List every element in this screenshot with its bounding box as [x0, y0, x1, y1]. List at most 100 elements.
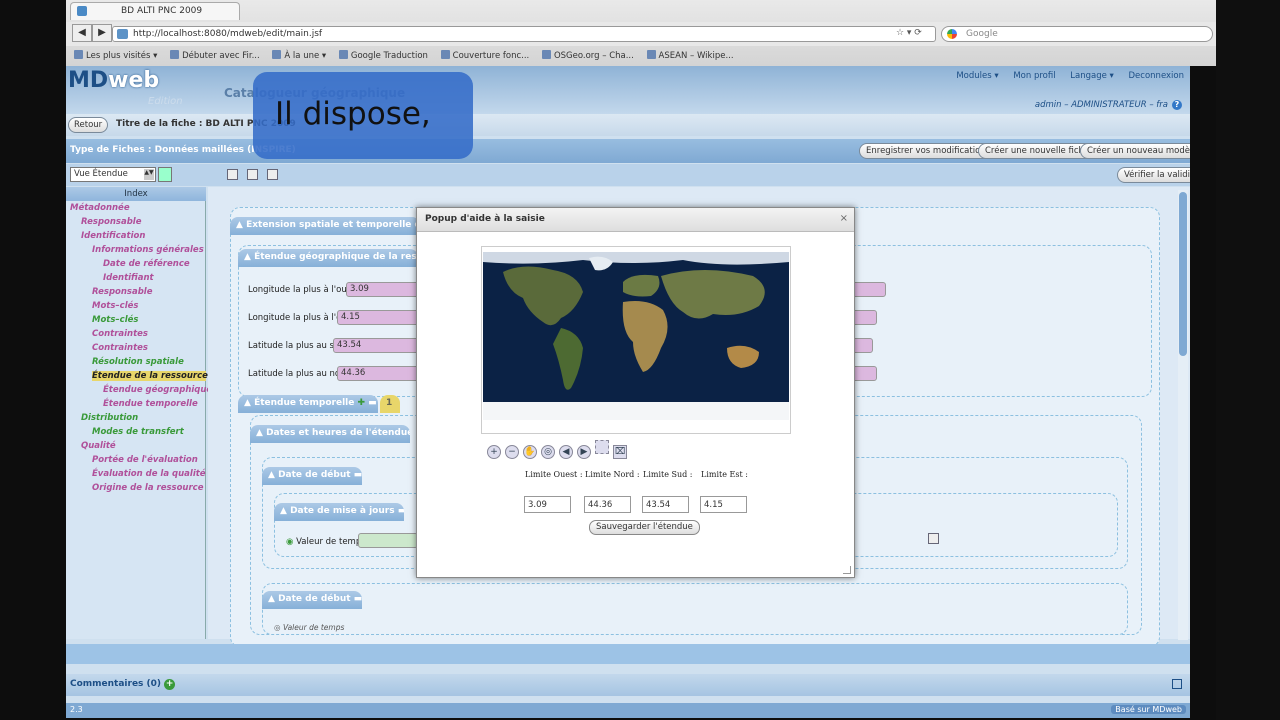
expand-all-icon[interactable]	[227, 169, 238, 180]
sidebar-item[interactable]: Modes de transfert	[92, 427, 184, 437]
sidebar-item[interactable]: Date de référence	[103, 259, 190, 269]
limit-north-input[interactable]: 44.36	[584, 496, 631, 513]
miseajour-header[interactable]: ▲ Date de mise à jours ▬	[274, 503, 404, 521]
field-label-south: Latitude la plus au sud	[248, 341, 345, 351]
sidebar-item[interactable]: Responsable	[92, 287, 152, 297]
limit-east-input[interactable]: 4.15	[700, 496, 747, 513]
based-on-link[interactable]: Basé sur MDweb	[1111, 705, 1186, 714]
search-placeholder: Google	[966, 29, 998, 39]
collapse-icon[interactable]	[158, 167, 172, 182]
back-retour-button[interactable]: Retour	[68, 117, 109, 133]
expand-icon[interactable]	[1172, 679, 1182, 689]
bookmark-item[interactable]: Google Traduction	[338, 50, 428, 61]
validate-button[interactable]: Vérifier la validité	[1117, 167, 1190, 183]
view-select[interactable]: Vue Étendue ▲▼	[70, 167, 156, 182]
dates-header[interactable]: ▲ Dates et heures de l'étendue ▬	[250, 425, 410, 443]
nav-language[interactable]: Langage ▾	[1070, 71, 1114, 81]
save-extent-button[interactable]: Sauvegarder l'étendue	[589, 520, 700, 535]
limit-south-input[interactable]: 43.54	[642, 496, 689, 513]
browser-tab[interactable]: BD ALTI PNC 2009	[70, 2, 240, 20]
type-bar: Type de Fiches : Données maillées (INSPI…	[66, 139, 1190, 163]
sidebar-item[interactable]: Étendue géographique	[103, 385, 212, 395]
right-strip	[1216, 0, 1280, 720]
bookmark-item[interactable]: ASEAN – Wikipe...	[646, 50, 734, 61]
url-bar[interactable]: http://localhost:8080/mdweb/edit/main.js…	[112, 26, 936, 42]
tab-title: BD ALTI PNC 2009	[121, 6, 203, 16]
save-button[interactable]: Enregistrer vos modifications	[859, 143, 998, 159]
temporal-header[interactable]: ▲ Étendue temporelle ✚ ▬	[238, 395, 378, 413]
select-arrow-icon: ▲▼	[144, 169, 154, 180]
close-icon[interactable]: ×	[840, 213, 848, 224]
browser-chrome: BD ALTI PNC 2009 ◀ ▶ http://localhost:80…	[66, 0, 1216, 66]
sidebar-item[interactable]: Métadonnée	[70, 203, 130, 213]
scrollbar-thumb[interactable]	[1179, 192, 1187, 356]
sidebar-item[interactable]: Évaluation de la qualité	[92, 469, 206, 479]
sidebar-item[interactable]: Contraintes	[92, 329, 148, 339]
clear-box-icon[interactable]: ⌧	[613, 445, 627, 459]
bottom-bar	[66, 644, 1190, 664]
bookmark-item[interactable]: Couverture fonc...	[440, 50, 529, 61]
zoom-previous-icon[interactable]: ◀	[559, 445, 573, 459]
zoom-next-icon[interactable]: ▶	[577, 445, 591, 459]
new-fiche-button[interactable]: Créer une nouvelle fiche	[978, 143, 1097, 159]
sidebar-item[interactable]: Informations générales	[92, 245, 204, 255]
temps-input[interactable]	[358, 533, 418, 548]
logo: MDweb	[68, 68, 160, 93]
help-icon[interactable]: ?	[1172, 100, 1182, 110]
nav-modules[interactable]: Modules ▾	[956, 71, 998, 81]
list-view-icon[interactable]	[267, 169, 278, 180]
sidebar-item[interactable]: Origine de la ressource	[92, 483, 203, 493]
sidebar-item[interactable]: Portée de l'évaluation	[92, 455, 198, 465]
sidebar-item[interactable]: Responsable	[81, 217, 141, 227]
back-button[interactable]: ◀	[72, 24, 92, 42]
limit-west-input[interactable]: 3.09	[524, 496, 571, 513]
forward-button[interactable]: ▶	[92, 24, 112, 42]
index-sidebar: Index Métadonnée Responsable Identificatio…	[66, 187, 212, 639]
nav-logout[interactable]: Deconnexion	[1129, 71, 1184, 81]
sidebar-item[interactable]: Qualité	[81, 441, 116, 451]
add-icon: ✚	[357, 398, 366, 408]
sidebar-item[interactable]: Mots–clés	[92, 315, 138, 325]
bookmark-item[interactable]: Débuter avec Fir...	[170, 50, 260, 61]
sidebar-item[interactable]: Identifiant	[103, 273, 154, 283]
help-popup: Popup d'aide à la saisie × + − ✋ ◎ ◀ ▶ ⌧ Limit…	[416, 207, 855, 578]
comments-bar: Commentaires (0) +	[66, 674, 1190, 696]
edition-label: Edition	[148, 96, 183, 107]
calendar-icon[interactable]	[928, 533, 939, 544]
site-icon	[117, 29, 128, 39]
sidebar-item[interactable]: Étendue de la ressource	[92, 371, 208, 381]
section-extent-header[interactable]: ▲ Extension spatiale et temporelle de la…	[230, 217, 420, 235]
sidebar-item[interactable]: Résolution spatiale	[92, 357, 184, 367]
new-model-button[interactable]: Créer un nouveau modèle	[1080, 143, 1190, 159]
sidebar-item[interactable]: Mots–clés	[92, 301, 138, 311]
limit-south-label: Limite Sud :	[643, 470, 693, 479]
zoom-extent-icon[interactable]: ◎	[541, 445, 555, 459]
debut-header[interactable]: ▲ Date de début ▬	[262, 467, 362, 485]
zoom-out-icon[interactable]: −	[505, 445, 519, 459]
top-nav: Modules ▾ Mon profil Langage ▾ Deconnexi…	[944, 71, 1184, 81]
sidebar-item[interactable]: Étendue temporelle	[103, 399, 198, 409]
zoom-in-icon[interactable]: +	[487, 445, 501, 459]
resize-grip-icon[interactable]	[843, 566, 851, 574]
limit-west-label: Limite Ouest :	[525, 470, 583, 479]
temps2-label: ◎ Valeur de temps	[274, 623, 345, 632]
page-icon	[77, 6, 87, 16]
sidebar-item[interactable]: Identification	[81, 231, 145, 241]
reload-icon[interactable]: ☆ ▾ ⟳	[896, 28, 922, 38]
bookmark-item[interactable]: Les plus visités ▾	[74, 50, 157, 61]
search-input[interactable]: Google	[941, 26, 1213, 42]
bookmark-item[interactable]: OSGeo.org – Cha...	[541, 50, 634, 61]
comments-label[interactable]: Commentaires (0) +	[70, 679, 176, 690]
bookmark-item[interactable]: À la une ▾	[272, 50, 326, 61]
sidebar-item[interactable]: Distribution	[81, 413, 138, 423]
field-label-east: Longitude la plus à l'est	[248, 313, 350, 323]
nav-profile[interactable]: Mon profil	[1013, 71, 1055, 81]
map-toolbar: + − ✋ ◎ ◀ ▶ ⌧	[487, 440, 631, 459]
collapse-all-icon[interactable]	[247, 169, 258, 180]
world-map[interactable]	[483, 252, 789, 420]
select-box-icon[interactable]	[595, 440, 609, 454]
section-geo-header[interactable]: ▲ Étendue géographique de la ressource	[238, 249, 418, 267]
debut2-header[interactable]: ▲ Date de début ▬	[262, 591, 362, 609]
pan-hand-icon[interactable]: ✋	[523, 445, 537, 459]
sidebar-item[interactable]: Contraintes	[92, 343, 148, 353]
